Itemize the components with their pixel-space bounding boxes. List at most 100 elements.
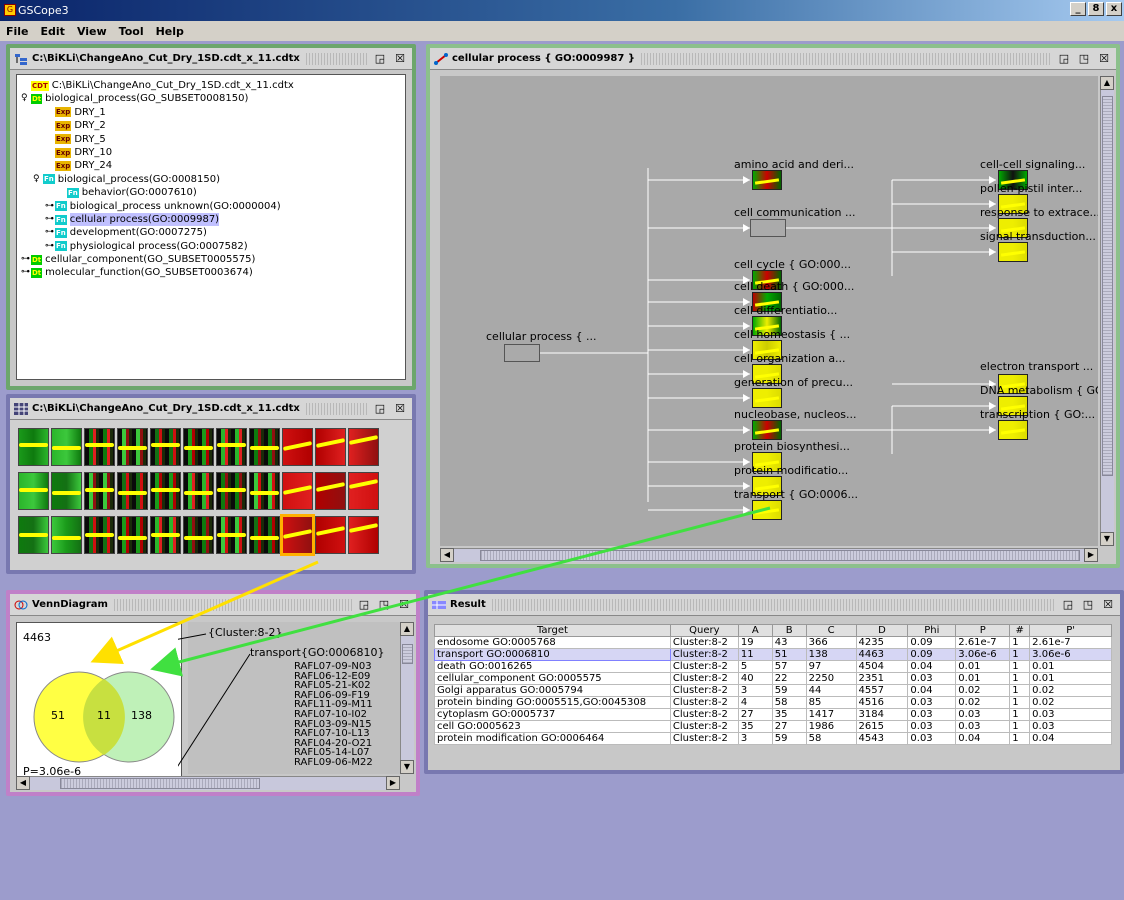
scroll-up-icon[interactable]: ▲ xyxy=(1100,76,1114,90)
close-icon[interactable]: ☒ xyxy=(394,52,406,65)
graph-window-titlebar[interactable]: cellular process { GO:0009987 } ◲ ◳ ☒ xyxy=(430,48,1116,70)
venn-horizontal-scrollbar[interactable]: ◀ ▶ xyxy=(16,776,400,790)
column-header[interactable]: Target xyxy=(434,624,671,637)
go-graph-canvas[interactable]: cellular process { ... amino acid and der… xyxy=(440,76,1098,546)
column-header[interactable]: # xyxy=(1009,624,1031,637)
cluster-cell[interactable] xyxy=(348,516,379,554)
node-thumbnail[interactable] xyxy=(998,242,1028,262)
cluster-cell[interactable] xyxy=(216,428,247,466)
venn-window-titlebar[interactable]: VennDiagram ◲ ◳ ☒ xyxy=(10,594,416,616)
restore-icon[interactable]: ◲ xyxy=(1058,52,1070,65)
menu-file[interactable]: File xyxy=(6,25,29,38)
tree-node[interactable]: ♀ Fn biological_process(GO:0008150) xyxy=(21,173,401,186)
tree-node[interactable]: ⊶ Fn cellular process(GO:0009987) xyxy=(21,212,401,227)
cluster-cell[interactable] xyxy=(150,472,181,510)
graph-node-label[interactable]: cell communication ... xyxy=(734,206,855,219)
graph-root-label[interactable]: cellular process { ... xyxy=(486,330,596,343)
graph-node-label[interactable]: cell differentiatio... xyxy=(734,304,837,317)
column-header[interactable]: D xyxy=(855,624,909,637)
scroll-left-icon[interactable]: ◀ xyxy=(16,776,30,790)
table-row[interactable]: cytoplasm GO:0005737 Cluster:8-2 27 35 1417 3… xyxy=(434,708,1112,721)
table-row[interactable]: death GO:0016265 Cluster:8-2 5 57 97 4504 0.04… xyxy=(434,660,1112,673)
cluster-cell[interactable] xyxy=(315,516,346,554)
table-row[interactable]: transport GO:0006810 Cluster:8-2 11 51 138 44… xyxy=(434,648,1112,661)
table-row[interactable]: Golgi apparatus GO:0005794 Cluster:8-2 3 59… xyxy=(434,684,1112,697)
scroll-thumb[interactable] xyxy=(402,644,413,664)
cluster-cell[interactable] xyxy=(18,428,49,466)
tree-node[interactable]: ⊶ Dt molecular_function(GO_SUBSET0003674) xyxy=(21,266,401,279)
tree-node[interactable]: ♀ Dt biological_process(GO_SUBSET0008150) xyxy=(21,92,401,105)
cluster-cell[interactable] xyxy=(51,516,82,554)
graph-node-label[interactable]: cell-cell signaling... xyxy=(980,158,1085,171)
node-thumbnail[interactable] xyxy=(998,420,1028,440)
root-node-box[interactable] xyxy=(504,344,540,362)
cluster-cell[interactable] xyxy=(18,516,49,554)
node-thumbnail[interactable] xyxy=(752,420,782,440)
tree-node[interactable]: Exp DRY_1 xyxy=(21,106,401,119)
tree-node[interactable]: Exp DRY_2 xyxy=(21,119,401,132)
cluster-cell[interactable] xyxy=(117,428,148,466)
scroll-right-icon[interactable]: ▶ xyxy=(1084,548,1098,562)
close-icon[interactable]: ☒ xyxy=(1098,52,1110,65)
cluster-cell[interactable] xyxy=(150,516,181,554)
scroll-left-icon[interactable]: ◀ xyxy=(440,548,454,562)
cluster-cell[interactable] xyxy=(315,472,346,510)
restore-icon[interactable]: ◲ xyxy=(374,52,386,65)
maximize-icon[interactable]: ◳ xyxy=(1078,52,1090,65)
tree-node[interactable]: Exp DRY_24 xyxy=(21,159,401,172)
restore-icon[interactable]: ◲ xyxy=(374,402,386,415)
column-header[interactable]: Query xyxy=(669,624,739,637)
maximize-icon[interactable]: ◳ xyxy=(1082,598,1094,611)
cluster-cell[interactable] xyxy=(216,516,247,554)
cluster-cell[interactable] xyxy=(51,472,82,510)
cluster-cell[interactable] xyxy=(315,428,346,466)
cluster-cell[interactable] xyxy=(348,472,379,510)
cluster-cell[interactable] xyxy=(216,472,247,510)
graph-vertical-scrollbar[interactable]: ▲ ▼ xyxy=(1100,76,1114,546)
maximize-icon[interactable]: ◳ xyxy=(378,598,390,611)
expand-toggle-icon[interactable]: ⊶ xyxy=(21,266,31,279)
cluster-cell[interactable] xyxy=(249,472,280,510)
scroll-down-icon[interactable]: ▼ xyxy=(400,760,414,774)
venn-vertical-scrollbar[interactable]: ▲ ▼ xyxy=(400,622,414,774)
column-header[interactable]: A xyxy=(737,624,773,637)
menu-edit[interactable]: Edit xyxy=(41,25,65,38)
column-header[interactable]: C xyxy=(805,624,857,637)
table-row[interactable]: protein binding GO:0005515,GO:0045308 Clu… xyxy=(434,696,1112,709)
result-window-titlebar[interactable]: Result ◲ ◳ ☒ xyxy=(428,594,1120,616)
tree-node[interactable]: ⊶ Fn physiological process(GO:0007582) xyxy=(21,240,401,253)
close-icon[interactable]: ☒ xyxy=(1102,598,1114,611)
cluster-cell-selected[interactable] xyxy=(280,514,315,556)
scroll-thumb[interactable] xyxy=(1102,96,1113,476)
graph-node-label[interactable]: electron transport ... xyxy=(980,360,1093,373)
expand-toggle-icon[interactable]: ⊶ xyxy=(45,240,55,253)
cluster-cell[interactable] xyxy=(249,516,280,554)
cluster-cell[interactable] xyxy=(84,428,115,466)
cluster-cell[interactable] xyxy=(150,428,181,466)
cluster-cell[interactable] xyxy=(348,428,379,466)
graph-node-label[interactable]: cell organization a... xyxy=(734,352,846,365)
node-thumbnail[interactable] xyxy=(752,388,782,408)
cluster-cell[interactable] xyxy=(84,472,115,510)
restore-icon[interactable]: ◲ xyxy=(1062,598,1074,611)
tree-node[interactable]: ⊶ Dt cellular_component(GO_SUBSET0005575) xyxy=(21,253,401,266)
expand-toggle-icon[interactable]: ⊶ xyxy=(45,213,55,226)
menu-tool[interactable]: Tool xyxy=(119,25,144,38)
close-button[interactable]: x xyxy=(1106,2,1122,16)
tree-node[interactable]: CDT C:\BiKLi\ChangeAno_Cut_Dry_1SD.cdt_x_… xyxy=(21,79,401,92)
cluster-cell[interactable] xyxy=(282,472,313,510)
table-row[interactable]: protein modification GO:0006464 Cluster:8… xyxy=(434,732,1112,745)
scroll-thumb[interactable] xyxy=(60,778,260,789)
graph-horizontal-scrollbar[interactable]: ◀ ▶ xyxy=(440,548,1098,562)
restore-icon[interactable]: ◲ xyxy=(358,598,370,611)
expand-toggle-icon[interactable]: ⊶ xyxy=(21,253,31,266)
cluster-cell[interactable] xyxy=(249,428,280,466)
scroll-right-icon[interactable]: ▶ xyxy=(386,776,400,790)
cluster-cell[interactable] xyxy=(84,516,115,554)
menu-view[interactable]: View xyxy=(77,25,107,38)
node-thumbnail[interactable] xyxy=(752,170,782,190)
cluster-cell[interactable] xyxy=(183,472,214,510)
minimize-button[interactable]: _ xyxy=(1070,2,1086,16)
scroll-thumb[interactable] xyxy=(480,550,1080,561)
cluster-cell[interactable] xyxy=(282,428,313,466)
